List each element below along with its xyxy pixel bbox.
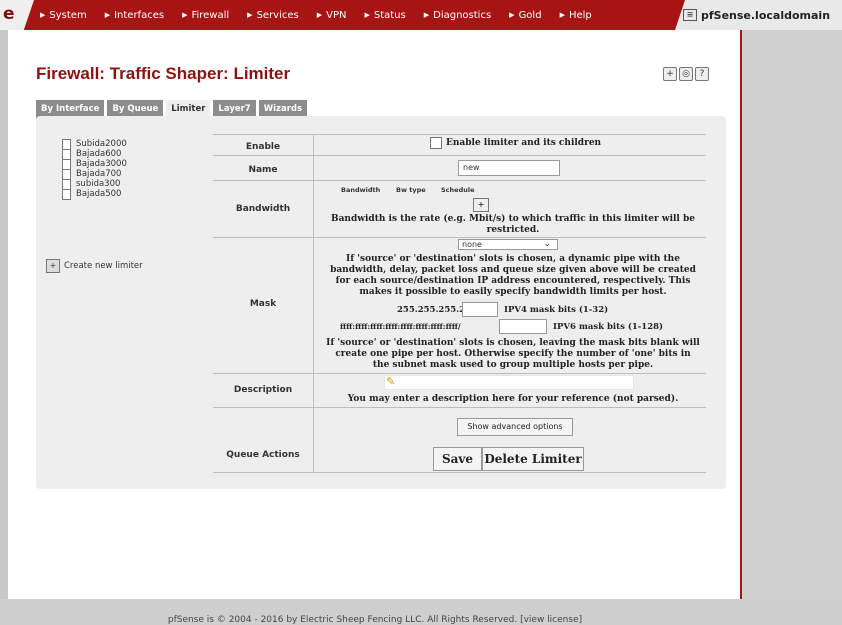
page-title: Firewall: Traffic Shaper: Limiter: [36, 64, 291, 83]
limiter-item[interactable]: Bajada700: [62, 169, 127, 180]
bandwidth-help: restricted.: [486, 225, 540, 235]
add-icon[interactable]: +: [663, 67, 677, 81]
ipv6-mask-hint: IPV6 mask bits (1-128): [553, 322, 664, 332]
help-icon[interactable]: ?: [695, 67, 709, 81]
view-license-link[interactable]: view license: [524, 615, 579, 625]
brand-logo: e: [0, 0, 34, 30]
form-divider: [213, 134, 706, 135]
mask-help: for each source/destination IP address e…: [335, 276, 691, 286]
title-actions: + ◎ ?: [663, 67, 709, 81]
mask-help: If 'source' or 'destination' slots is ch…: [326, 338, 700, 348]
logs-icon[interactable]: ◎: [679, 67, 693, 81]
nav-services[interactable]: ▶ Services: [247, 10, 299, 21]
description-input[interactable]: [384, 375, 634, 390]
form-divider: [213, 407, 706, 408]
form-divider: [213, 237, 706, 238]
bandwidth-label: Bandwidth: [235, 204, 291, 214]
enable-label: Enable: [245, 142, 281, 152]
caret-right-icon: ▶: [559, 11, 565, 19]
mask-help: If 'source' or 'destination' slots is ch…: [346, 254, 680, 264]
limiter-item[interactable]: Subida2000: [62, 139, 127, 150]
footer: pfSense is © 2004 - 2016 by Electric She…: [167, 615, 583, 625]
caret-right-icon: ▶: [423, 11, 430, 19]
save-button[interactable]: Save: [433, 447, 482, 471]
nav-firewall[interactable]: ▶ Firewall: [182, 10, 229, 21]
bandwidth-help: Bandwidth is the rate (e.g. Mbit/s) to w…: [330, 214, 695, 224]
nav-menu: ▶ System ▶ Interfaces ▶ Firewall ▶ Services …: [40, 0, 610, 30]
limiter-item[interactable]: Bajada3000: [62, 159, 127, 170]
nav-vpn[interactable]: ▶ VPN: [317, 10, 347, 21]
queue-actions-label: Queue Actions: [226, 450, 300, 460]
file-icon: [62, 189, 71, 200]
nav-diagnostics[interactable]: ▶ Diagnostics: [424, 10, 491, 21]
limiter-item[interactable]: subida300: [62, 179, 127, 190]
ipv4-mask-hint: IPV4 mask bits (1-32): [504, 305, 609, 315]
nav-gold[interactable]: ▶ Gold: [509, 10, 541, 21]
content-panel: [36, 116, 726, 489]
show-advanced-button[interactable]: Show advanced options: [457, 418, 573, 436]
limiter-item[interactable]: Bajada500: [62, 189, 127, 200]
description-label: Description: [233, 385, 293, 395]
form-column-divider: [313, 134, 314, 472]
top-nav-bar: e ▶ System ▶ Interfaces ▶ Firewall ▶ Service…: [0, 0, 842, 30]
main-content: Firewall: Traffic Shaper: Limiter + ◎ ? …: [8, 30, 742, 625]
schedule-col-header: Schedule: [441, 186, 475, 194]
ipv6-mask-input[interactable]: [499, 319, 547, 334]
server-icon: ≡: [683, 9, 697, 21]
background-right: [742, 0, 842, 599]
nav-status[interactable]: ▶ Status: [364, 10, 405, 21]
caret-right-icon: ▶: [182, 11, 188, 19]
nav-help[interactable]: ▶ Help: [560, 10, 592, 21]
form-divider: [213, 180, 706, 181]
ipv4-mask-input[interactable]: [462, 302, 498, 317]
create-limiter-link[interactable]: + Create new limiter: [46, 259, 143, 273]
pencil-icon: ✎: [386, 375, 396, 388]
delete-limiter-button[interactable]: Delete Limiter: [482, 447, 584, 471]
add-icon: +: [46, 259, 60, 273]
caret-right-icon: ▶: [509, 11, 515, 19]
ipv6-prefix: ffff:ffff:ffff:ffff:ffff:ffff:ffff:ffff/: [340, 322, 461, 331]
add-bandwidth-icon[interactable]: +: [473, 198, 489, 212]
mask-select[interactable]: none ⌄: [458, 239, 558, 250]
mask-help: create one pipe per host. Otherwise spec…: [335, 349, 691, 359]
caret-right-icon: ▶: [364, 11, 370, 19]
enable-checkbox[interactable]: [430, 137, 442, 149]
name-label: Name: [248, 165, 278, 175]
form-divider: [213, 373, 706, 374]
chevron-down-icon: ⌄: [543, 239, 551, 249]
mask-label: Mask: [249, 299, 277, 309]
caret-right-icon: ▶: [40, 11, 46, 19]
caret-right-icon: ▶: [316, 11, 323, 19]
mask-help: bandwidth, delay, packet loss and queue …: [330, 265, 696, 275]
form-divider: [213, 155, 706, 156]
mask-help: makes it possible to easily specify band…: [359, 287, 667, 297]
mask-help: the subnet mask used to group multiple h…: [372, 360, 654, 370]
bwtype-col-header: Bw type: [396, 186, 426, 194]
enable-checkbox-text: Enable limiter and its children: [446, 138, 602, 148]
name-input[interactable]: new: [458, 160, 560, 176]
window-left-edge: [0, 0, 8, 599]
nav-interfaces[interactable]: ▶ Interfaces: [105, 10, 164, 21]
nav-system[interactable]: ▶ System: [40, 10, 87, 21]
description-help: You may enter a description here for you…: [347, 394, 679, 404]
bandwidth-col-header: Bandwidth: [341, 186, 381, 194]
form-divider: [213, 472, 706, 473]
limiter-tree: Subida2000 Bajada600 Bajada3000 Bajada70…: [62, 139, 127, 200]
hostname-link[interactable]: ≡ pfSense.localdomain: [675, 0, 842, 30]
caret-right-icon: ▶: [247, 11, 253, 19]
limiter-item[interactable]: Bajada600: [62, 149, 127, 160]
caret-right-icon: ▶: [104, 11, 111, 19]
